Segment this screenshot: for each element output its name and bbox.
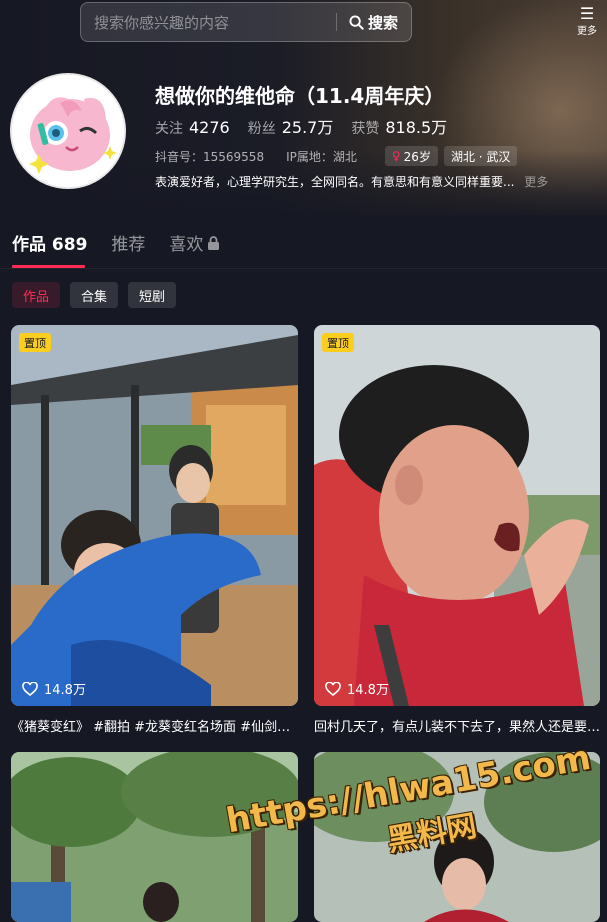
tab-recommend[interactable]: 推荐 xyxy=(111,230,145,255)
stat-value: 25.7万 xyxy=(281,118,334,137)
search-button[interactable]: 搜索 xyxy=(337,12,411,33)
video-caption[interactable]: 《猪葵变红》 #翻拍 #龙葵变红名场面 #仙剑奇侠传 xyxy=(11,716,298,735)
subtab-works[interactable]: 作品 xyxy=(12,282,61,308)
more-menu-button[interactable]: ☰ 更多 xyxy=(572,4,602,38)
stat-label: 粉丝 xyxy=(247,121,276,137)
subtab-collections[interactable]: 合集 xyxy=(70,282,119,308)
stat-label: 关注 xyxy=(155,121,183,137)
douyin-id: 抖音号：15569558 xyxy=(155,149,265,164)
heart-icon xyxy=(22,681,38,696)
like-count-value: 14.8万 xyxy=(347,683,389,698)
profile-name: 想做你的维他命（11.4周年庆） xyxy=(155,84,445,108)
age-tag: ♀ 26岁 xyxy=(384,146,438,166)
lock-icon xyxy=(208,235,220,250)
video-thumbnail xyxy=(11,325,298,706)
bio-more-link[interactable]: 更多 xyxy=(524,175,548,189)
content-tabs: 作品 689 推荐 喜欢 xyxy=(12,230,220,255)
heart-icon xyxy=(325,681,341,696)
age-label: 26岁 xyxy=(403,149,431,164)
bio-text: 表演爱好者，心理学研究生，全网同名。有意思和有意义同样重要... xyxy=(155,175,515,189)
stat-likes: 获赞 818.5万 xyxy=(351,114,447,138)
tabs-divider xyxy=(0,268,607,269)
avatar-image xyxy=(12,75,124,187)
more-menu-label: 更多 xyxy=(577,26,597,37)
pinned-badge: 置顶 xyxy=(322,333,354,352)
female-icon: ♀ xyxy=(391,149,401,163)
like-count: 14.8万 xyxy=(22,679,86,698)
menu-icon: ☰ xyxy=(579,4,595,23)
search-button-label: 搜索 xyxy=(367,13,398,32)
tab-likes-label: 喜欢 xyxy=(169,235,204,255)
video-caption[interactable]: 回村几天了，有点儿装不下去了，果然人还是要回归本性 xyxy=(314,716,601,735)
like-count-value: 14.8万 xyxy=(44,683,86,698)
profile-stats: 关注 4276 粉丝 25.7万 获赞 818.5万 xyxy=(155,114,447,138)
stat-label: 获赞 xyxy=(351,121,380,137)
stat-value: 4276 xyxy=(189,118,230,137)
video-card[interactable]: 置顶 14.8万 xyxy=(314,325,600,706)
search-icon xyxy=(349,14,364,30)
subtabs: 作品 合集 短剧 xyxy=(12,282,177,308)
profile-bio: 表演爱好者，心理学研究生，全网同名。有意思和有意义同样重要... 更多 xyxy=(155,173,548,190)
like-count: 14.8万 xyxy=(325,679,389,698)
search-input[interactable]: 搜索你感兴趣的内容 xyxy=(94,12,336,33)
tab-works[interactable]: 作品 689 xyxy=(12,230,87,255)
stat-following[interactable]: 关注 4276 xyxy=(155,118,230,138)
tab-likes[interactable]: 喜欢 xyxy=(169,230,220,255)
subtab-short-drama[interactable]: 短剧 xyxy=(128,282,177,308)
ip-location: IP属地：湖北 xyxy=(286,149,357,164)
avatar[interactable] xyxy=(12,75,124,187)
profile-meta: 抖音号：15569558 IP属地：湖北 ♀ 26岁 湖北 · 武汉 xyxy=(155,146,518,166)
stat-value: 818.5万 xyxy=(385,118,448,137)
search-bar[interactable]: 搜索你感兴趣的内容 搜索 xyxy=(80,2,412,42)
video-thumbnail xyxy=(314,325,600,706)
region-tag: 湖北 · 武汉 xyxy=(443,146,518,166)
stat-followers[interactable]: 粉丝 25.7万 xyxy=(248,114,334,138)
pinned-badge: 置顶 xyxy=(19,333,51,352)
video-card[interactable]: 置顶 14.8万 xyxy=(11,325,298,706)
